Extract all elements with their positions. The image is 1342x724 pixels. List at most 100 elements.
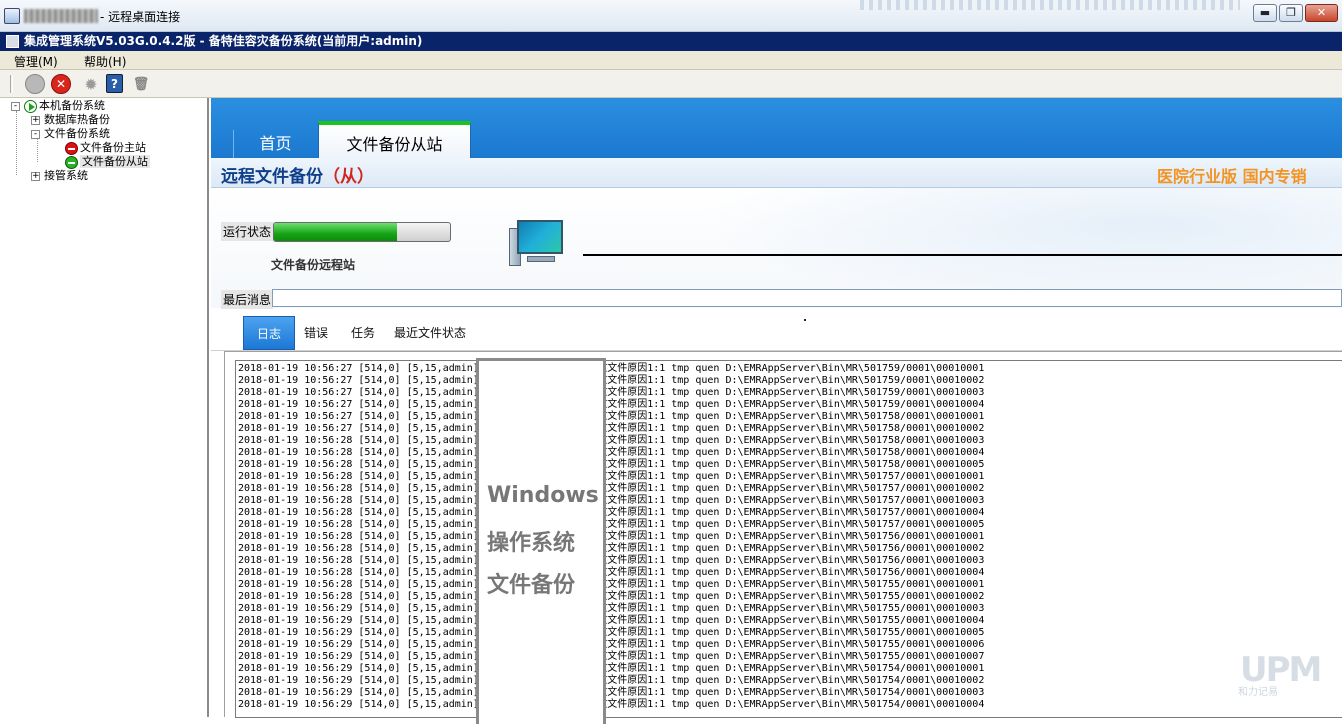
tab-home[interactable]: 首页	[233, 130, 317, 158]
station-label: 文件备份远程站	[271, 258, 356, 272]
remote-desktop-icon	[4, 8, 20, 24]
subtab-log[interactable]: 日志	[243, 316, 295, 350]
tree-root-label: 本机备份系统	[39, 99, 105, 112]
connection-line	[583, 254, 1342, 256]
app-titlebar: 集成管理系统V5.03G.0.4.2版 - 备特佳容灾备份系统(当前用户:adm…	[0, 32, 1342, 51]
remote-desktop-titlebar: - 远程桌面连接 ▬ ❐ ✕	[0, 0, 1342, 32]
log-line: 2018-01-19 10:56:27 [514,0] [5,15,admin]…	[238, 411, 985, 422]
menu-manage[interactable]: 管理(M)	[14, 53, 58, 70]
tree-root[interactable]: - 本机备份系统	[11, 99, 105, 113]
tree-item-label: 接管系统	[44, 169, 88, 182]
log-line: 2018-01-19 10:56:28 [514,0] [5,15,admin]…	[238, 591, 985, 602]
log-line: 2018-01-19 10:56:28 [514,0] [5,15,admin]…	[238, 471, 985, 482]
remote-desktop-title: - 远程桌面连接	[100, 10, 181, 24]
upm-watermark-sub: 和力记易	[1238, 687, 1278, 698]
log-line: 2018-01-19 10:56:29 [514,0] [5,15,admin]…	[238, 663, 985, 674]
disabled-circle-icon[interactable]	[25, 74, 45, 94]
overlay-line-os: 操作系统	[487, 531, 576, 556]
subtab-recent-file-status[interactable]: 最近文件状态	[389, 316, 471, 350]
tree-item-file-backup-system[interactable]: - 文件备份系统	[31, 127, 110, 140]
tree-connector	[37, 138, 38, 162]
close-button[interactable]: ✕	[1305, 4, 1338, 22]
log-line: 2018-01-19 10:56:29 [514,0] [5,15,admin]…	[238, 651, 985, 662]
section-header: 远程文件备份（从） 医院行业版 国内专销	[211, 158, 1342, 188]
tree-item-db-hot-backup[interactable]: + 数据库热备份	[31, 113, 110, 126]
log-line: 2018-01-19 10:56:27 [514,0] [5,15,admin]…	[238, 387, 985, 398]
toolbar-grip[interactable]	[10, 75, 13, 93]
last-message-label: 最后消息	[221, 290, 274, 309]
log-line: 2018-01-19 10:56:29 [514,0] [5,15,admin]…	[238, 639, 985, 650]
page-title: 远程文件备份（从）	[221, 162, 374, 187]
main-pane: 首页 文件备份从站 远程文件备份（从） 医院行业版 国内专销 运行状态 文件备份…	[211, 98, 1342, 724]
tree-item-label: 数据库热备份	[44, 113, 110, 126]
overlay-line-file-backup: 文件备份	[487, 573, 576, 598]
log-line: 2018-01-19 10:56:28 [514,0] [5,15,admin]…	[238, 531, 985, 542]
log-line: 2018-01-19 10:56:29 [514,0] [5,15,admin]…	[238, 627, 985, 638]
gear-icon[interactable]: ✹	[81, 74, 101, 94]
app-title: 集成管理系统V5.03G.0.4.2版 - 备特佳容灾备份系统(当前用户:adm…	[24, 34, 423, 48]
subtab-errors[interactable]: 错误	[295, 316, 337, 350]
subtab-tasks[interactable]: 任务	[339, 316, 387, 350]
log-line: 2018-01-19 10:56:29 [514,0] [5,15,admin]…	[238, 687, 985, 698]
trash-icon[interactable]: 🗑	[131, 74, 151, 94]
blurred-tab-strip	[860, 0, 1240, 10]
stop-icon[interactable]: ✕	[51, 74, 71, 94]
page-title-text: 远程文件备份	[221, 167, 323, 187]
tree-item-label: 文件备份从站	[80, 155, 150, 168]
tree-item-label: 文件备份系统	[44, 127, 110, 140]
stop-status-icon	[65, 141, 78, 155]
log-line: 2018-01-19 10:56:28 [514,0] [5,15,admin]…	[238, 507, 985, 518]
tree-toggle-collapse[interactable]: -	[11, 101, 20, 111]
log-line: 2018-01-19 10:56:28 [514,0] [5,15,admin]…	[238, 447, 985, 458]
app-icon	[6, 35, 19, 48]
tree-toggle-expand[interactable]: +	[31, 171, 40, 181]
run-status-label: 运行状态	[221, 222, 274, 241]
restore-button[interactable]: ❐	[1279, 4, 1303, 22]
blurred-host-name	[24, 9, 98, 23]
annotation-overlay: Windows 操作系统 文件备份	[476, 358, 606, 724]
play-icon	[24, 99, 37, 113]
page-title-suffix: （从）	[323, 167, 374, 187]
edition-label: 医院行业版 国内专销	[1157, 167, 1307, 186]
log-panel: 2018-01-19 10:56:27 [514,0] [5,15,admin]…	[224, 351, 1342, 718]
log-line: 2018-01-19 10:56:27 [514,0] [5,15,admin]…	[238, 399, 985, 410]
help-icon[interactable]: ?	[106, 74, 123, 93]
tab-file-backup-slave[interactable]: 文件备份从站	[318, 121, 471, 158]
log-line: 2018-01-19 10:56:28 [514,0] [5,15,admin]…	[238, 495, 985, 506]
log-line: 2018-01-19 10:56:29 [514,0] [5,15,admin]…	[238, 615, 985, 626]
log-line: 2018-01-19 10:56:29 [514,0] [5,15,admin]…	[238, 699, 985, 710]
tree-item-file-backup-slave[interactable]: 文件备份从站	[65, 155, 150, 169]
menu-help[interactable]: 帮助(H)	[84, 53, 126, 70]
log-lines: 2018-01-19 10:56:27 [514,0] [5,15,admin]…	[238, 363, 1338, 711]
log-line: 2018-01-19 10:56:28 [514,0] [5,15,admin]…	[238, 579, 985, 590]
log-line: 2018-01-19 10:56:27 [514,0] [5,15,admin]…	[238, 363, 985, 374]
tree-item-file-backup-master[interactable]: 文件备份主站	[65, 141, 146, 155]
tree-connector	[16, 111, 17, 175]
log-line: 2018-01-19 10:56:28 [514,0] [5,15,admin]…	[238, 459, 985, 470]
log-line: 2018-01-19 10:56:28 [514,0] [5,15,admin]…	[238, 519, 985, 530]
log-line: 2018-01-19 10:56:27 [514,0] [5,15,admin]…	[238, 375, 985, 386]
tree-toggle-expand[interactable]: +	[31, 115, 40, 125]
toolbar: ✕ ✹ ? 🗑	[0, 70, 1342, 98]
running-status-icon	[65, 155, 78, 169]
tree-toggle-collapse[interactable]: -	[31, 129, 40, 139]
minimize-button[interactable]: ▬	[1253, 4, 1277, 22]
log-line: 2018-01-19 10:56:27 [514,0] [5,15,admin]…	[238, 423, 985, 434]
log-list[interactable]: 2018-01-19 10:56:27 [514,0] [5,15,admin]…	[235, 360, 1342, 718]
tree-item-takeover-system[interactable]: + 接管系统	[31, 169, 88, 182]
run-status-progress-fill	[274, 223, 398, 241]
computer-icon	[509, 220, 569, 270]
overlay-line-windows: Windows	[487, 483, 599, 508]
tab-banner: 首页 文件备份从站	[211, 98, 1342, 158]
decorative-dot	[804, 319, 806, 321]
log-line: 2018-01-19 10:56:28 [514,0] [5,15,admin]…	[238, 483, 985, 494]
log-line: 2018-01-19 10:56:28 [514,0] [5,15,admin]…	[238, 567, 985, 578]
log-line: 2018-01-19 10:56:29 [514,0] [5,15,admin]…	[238, 675, 985, 686]
log-line: 2018-01-19 10:56:28 [514,0] [5,15,admin]…	[238, 435, 985, 446]
computer-stand	[527, 256, 555, 262]
run-status-progress	[273, 222, 451, 242]
log-line: 2018-01-19 10:56:29 [514,0] [5,15,admin]…	[238, 603, 985, 614]
last-message-field[interactable]	[272, 289, 1342, 307]
log-line: 2018-01-19 10:56:28 [514,0] [5,15,admin]…	[238, 555, 985, 566]
log-line: 2018-01-19 10:56:28 [514,0] [5,15,admin]…	[238, 543, 985, 554]
